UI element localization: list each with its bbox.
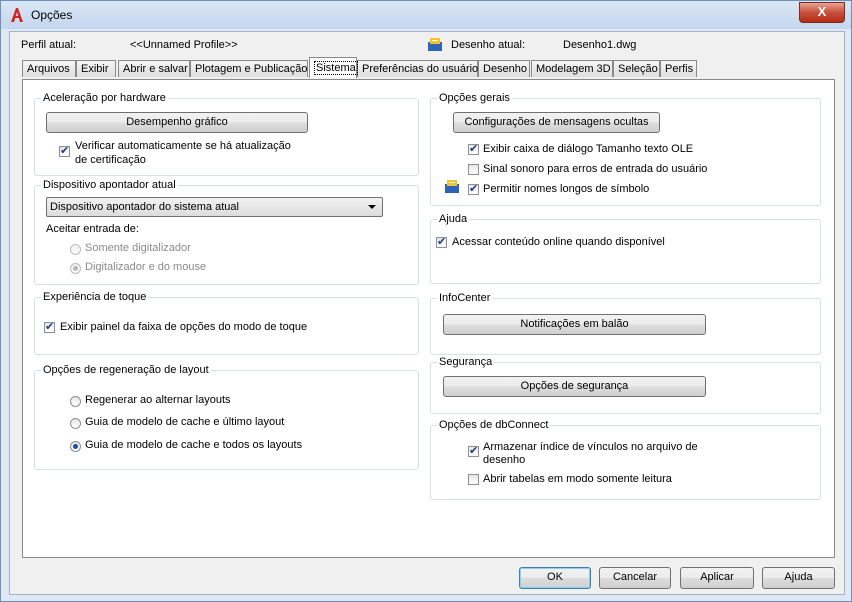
tab-modelagem-3d[interactable]: Modelagem 3D bbox=[531, 60, 613, 77]
dialog-body: Perfil atual: <<Unnamed Profile>> Desenh… bbox=[9, 31, 845, 595]
store-links-index-label-1: Armazenar índice de vínculos no arquivo … bbox=[483, 441, 698, 453]
touch-experience-group: Experiência de toque Exibir painel da fa… bbox=[34, 291, 419, 355]
help-button[interactable]: Ajuda bbox=[762, 567, 835, 589]
current-drawing-value: Desenho1.dwg bbox=[563, 39, 637, 51]
auto-check-certification-checkbox[interactable] bbox=[59, 144, 70, 157]
hardware-acceleration-group: Aceleração por hardware Desempenho gráfi… bbox=[34, 92, 419, 176]
layout-regen-title: Opções de regeneração de layout bbox=[41, 364, 211, 376]
pointing-device-group: Dispositivo apontador atual Dispositivo … bbox=[34, 179, 419, 285]
long-symbol-names-checkbox[interactable] bbox=[468, 182, 479, 195]
pointing-device-select[interactable]: Dispositivo apontador do sistema atual bbox=[46, 197, 383, 217]
regen-switch-layouts-label: Regenerar ao alternar layouts bbox=[85, 394, 231, 406]
security-title: Segurança bbox=[437, 356, 495, 368]
ole-text-size-label: Exibir caixa de diálogo Tamanho texto OL… bbox=[483, 143, 694, 155]
current-profile-label: Perfil atual: bbox=[21, 39, 77, 51]
long-symbol-names-label: Permitir nomes longos de símbolo bbox=[483, 183, 650, 195]
graphics-performance-button[interactable]: Desempenho gráfico bbox=[46, 112, 308, 133]
apply-button[interactable]: Aplicar bbox=[680, 567, 754, 589]
ok-button[interactable]: OK bbox=[519, 567, 591, 589]
store-links-index-label-2: desenho bbox=[483, 454, 526, 466]
current-profile-value: <<Unnamed Profile>> bbox=[130, 39, 238, 51]
tab-selecao[interactable]: Seleção bbox=[613, 60, 660, 77]
pointing-device-selected: Dispositivo apontador do sistema atual bbox=[50, 201, 239, 213]
general-options-group: Opções gerais Configurações de mensagens… bbox=[430, 92, 821, 206]
pointing-device-title: Dispositivo apontador atual bbox=[41, 179, 178, 191]
sistema-tab-panel: Aceleração por hardware Desempenho gráfi… bbox=[22, 79, 835, 558]
window-title: Opções bbox=[31, 8, 73, 22]
infocenter-title: InfoCenter bbox=[437, 292, 493, 304]
store-links-index-checkbox[interactable] bbox=[468, 444, 479, 457]
help-title: Ajuda bbox=[437, 213, 470, 225]
general-options-title: Opções gerais bbox=[437, 92, 512, 104]
help-group: Ajuda Acessar conteúdo online quando dis… bbox=[430, 213, 821, 284]
chevron-down-icon bbox=[368, 205, 376, 209]
cache-model-last-layout-radio[interactable] bbox=[70, 418, 81, 429]
digitizer-and-mouse-label: Digitalizador e do mouse bbox=[85, 261, 207, 273]
touch-ribbon-checkbox[interactable] bbox=[44, 320, 55, 333]
cache-model-all-layouts-radio[interactable] bbox=[70, 441, 81, 452]
touch-ribbon-label: Exibir painel da faixa de opções do modo… bbox=[60, 321, 308, 333]
beep-on-error-label: Sinal sonoro para erros de entrada do us… bbox=[483, 163, 708, 175]
autocad-logo-icon bbox=[11, 8, 23, 22]
tab-plotagem[interactable]: Plotagem e Publicação bbox=[190, 60, 308, 77]
tab-exibir[interactable]: Exibir bbox=[76, 60, 116, 77]
hidden-messages-settings-button[interactable]: Configurações de mensagens ocultas bbox=[453, 112, 660, 133]
tab-preferencias-do-usuario[interactable]: Preferências do usuário bbox=[357, 60, 478, 77]
security-options-button[interactable]: Opções de segurança bbox=[443, 376, 706, 397]
drawing-file-icon bbox=[428, 38, 442, 51]
ole-text-size-checkbox[interactable] bbox=[468, 142, 479, 155]
accept-input-label: Aceitar entrada de: bbox=[46, 223, 139, 235]
auto-check-certification-label-2: de certificação bbox=[75, 154, 146, 166]
security-group: Segurança Opções de segurança bbox=[430, 356, 821, 414]
cancel-button[interactable]: Cancelar bbox=[599, 567, 671, 589]
beep-on-error-checkbox[interactable] bbox=[468, 164, 479, 175]
read-only-tables-label: Abrir tabelas em modo somente leitura bbox=[483, 473, 672, 485]
regen-switch-layouts-radio[interactable] bbox=[70, 396, 81, 407]
dbconnect-title: Opções de dbConnect bbox=[437, 419, 551, 431]
tab-arquivos[interactable]: Arquivos bbox=[22, 60, 76, 77]
tab-abrir-e-salvar[interactable]: Abrir e salvar bbox=[118, 60, 190, 77]
hardware-acceleration-title: Aceleração por hardware bbox=[41, 92, 168, 104]
tab-perfis[interactable]: Perfis bbox=[660, 60, 697, 77]
options-dialog: Opções X Perfil atual: <<Unnamed Profile… bbox=[0, 0, 852, 602]
cache-model-last-layout-label: Guia de modelo de cache e último layout bbox=[85, 416, 285, 428]
digitizer-and-mouse-radio[interactable] bbox=[70, 263, 81, 274]
balloon-notifications-button[interactable]: Notificações em balão bbox=[443, 314, 706, 335]
digitizer-only-label: Somente digitalizador bbox=[85, 242, 191, 254]
read-only-tables-checkbox[interactable] bbox=[468, 474, 479, 485]
digitizer-only-radio[interactable] bbox=[70, 244, 81, 255]
close-button[interactable]: X bbox=[799, 2, 845, 23]
dbconnect-group: Opções de dbConnect Armazenar índice de … bbox=[430, 419, 821, 500]
drawing-file-icon bbox=[445, 180, 459, 193]
touch-experience-title: Experiência de toque bbox=[41, 291, 149, 303]
cache-model-all-layouts-label: Guia de modelo de cache e todos os layou… bbox=[85, 439, 303, 451]
online-content-checkbox[interactable] bbox=[436, 235, 447, 248]
auto-check-certification-label-1: Verificar automaticamente se há atualiza… bbox=[75, 140, 291, 152]
title-bar[interactable]: Opções X bbox=[1, 1, 851, 29]
layout-regen-group: Opções de regeneração de layout Regenera… bbox=[34, 364, 419, 470]
tab-desenho[interactable]: Desenho bbox=[478, 60, 530, 77]
tab-sistema[interactable]: Sistema bbox=[309, 57, 358, 78]
online-content-label: Acessar conteúdo online quando disponíve… bbox=[452, 236, 665, 248]
current-drawing-label: Desenho atual: bbox=[451, 39, 525, 51]
infocenter-group: InfoCenter Notificações em balão bbox=[430, 292, 821, 355]
